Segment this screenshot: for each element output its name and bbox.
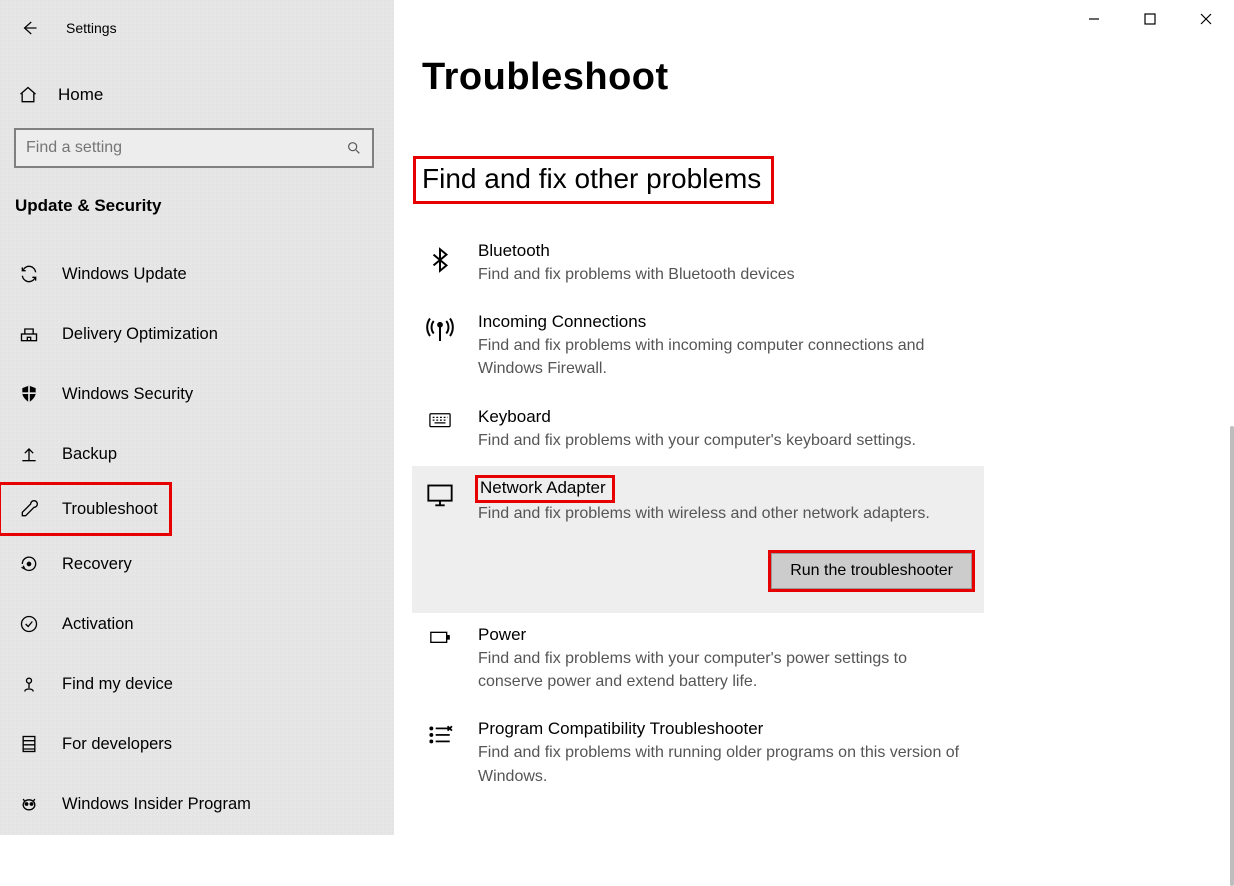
maximize-button[interactable] [1122,0,1178,38]
run-troubleshooter-button[interactable]: Run the troubleshooter [771,553,972,589]
monitor-icon [422,478,458,589]
main-content: Troubleshoot Find and fix other problems… [394,0,1234,835]
search-icon [346,140,362,156]
sidebar-item-label: For developers [62,735,172,754]
backup-icon [18,443,40,465]
troubleshooter-program-compat[interactable]: Program Compatibility Troubleshooter Fin… [412,707,984,801]
shield-icon [18,383,40,405]
sidebar-nav: Windows Update Delivery Optimization Win… [0,244,394,834]
wrench-icon [18,498,40,520]
sidebar-item-label: Find my device [62,675,173,694]
sync-icon [18,263,40,285]
sidebar-item-troubleshoot[interactable]: Troubleshoot [0,484,170,534]
truncated-previous-text [394,99,1234,117]
insider-icon [18,793,40,815]
troubleshooter-name: Bluetooth [478,241,974,261]
check-circle-icon [18,613,40,635]
troubleshooter-desc: Find and fix problems with Bluetooth dev… [478,263,974,286]
sidebar-item-windows-security[interactable]: Windows Security [0,364,394,424]
sidebar-item-label: Windows Security [62,385,193,404]
scrollbar-track[interactable] [1228,56,1234,826]
sidebar-item-label: Troubleshoot [62,500,158,519]
troubleshooter-name: Power [478,625,974,645]
sidebar: Settings Home Update & Security [0,0,394,835]
search-input[interactable] [26,139,326,157]
home-icon [18,85,38,105]
troubleshooter-network-adapter[interactable]: Network Adapter Find and fix problems wi… [412,466,984,613]
list-icon [422,719,458,787]
sidebar-item-label: Activation [62,615,134,634]
sidebar-item-label: Backup [62,445,117,464]
troubleshooter-keyboard[interactable]: Keyboard Find and fix problems with your… [412,395,984,466]
recovery-icon [18,553,40,575]
sidebar-item-label: Windows Update [62,265,187,284]
sidebar-home[interactable]: Home [0,66,394,124]
battery-icon [422,625,458,693]
sidebar-item-windows-update[interactable]: Windows Update [0,244,394,304]
app-title: Settings [66,20,117,36]
troubleshooter-list: Bluetooth Find and fix problems with Blu… [394,229,1234,802]
sidebar-item-for-developers[interactable]: For developers [0,714,394,774]
troubleshooter-name: Keyboard [478,407,974,427]
search-input-container[interactable] [14,128,374,168]
sidebar-item-label: Windows Insider Program [62,795,251,814]
location-icon [18,673,40,695]
sidebar-item-backup[interactable]: Backup [0,424,394,484]
close-button[interactable] [1178,0,1234,38]
troubleshooter-bluetooth[interactable]: Bluetooth Find and fix problems with Blu… [412,229,984,300]
sidebar-item-activation[interactable]: Activation [0,594,394,654]
developer-icon [18,733,40,755]
troubleshooter-name: Program Compatibility Troubleshooter [478,719,974,739]
sidebar-item-windows-insider[interactable]: Windows Insider Program [0,774,394,834]
troubleshooter-desc: Find and fix problems with wireless and … [478,502,974,525]
scrollbar-thumb[interactable] [1230,426,1234,886]
back-button[interactable] [20,19,38,37]
troubleshooter-incoming-connections[interactable]: Incoming Connections Find and fix proble… [412,300,984,394]
home-label: Home [58,85,103,105]
sidebar-section-title: Update & Security [0,168,394,226]
sidebar-item-recovery[interactable]: Recovery [0,534,394,594]
section-header-find-fix: Find and fix other problems [416,159,771,201]
troubleshooter-name: Network Adapter [478,478,612,500]
sidebar-item-delivery-optimization[interactable]: Delivery Optimization [0,304,394,364]
keyboard-icon [422,407,458,452]
delivery-icon [18,323,40,345]
window-controls [1066,0,1234,38]
troubleshooter-desc: Find and fix problems with incoming comp… [478,334,974,380]
sidebar-item-label: Delivery Optimization [62,325,218,344]
sidebar-item-label: Recovery [62,555,132,574]
antenna-icon [422,312,458,380]
troubleshooter-name: Incoming Connections [478,312,974,332]
troubleshooter-desc: Find and fix problems with running older… [478,741,974,787]
titlebar: Settings [0,8,394,48]
troubleshooter-power[interactable]: Power Find and fix problems with your co… [412,613,984,707]
troubleshooter-desc: Find and fix problems with your computer… [478,647,974,693]
bluetooth-icon [422,241,458,286]
sidebar-item-find-my-device[interactable]: Find my device [0,654,394,714]
minimize-button[interactable] [1066,0,1122,38]
troubleshooter-desc: Find and fix problems with your computer… [478,429,974,452]
